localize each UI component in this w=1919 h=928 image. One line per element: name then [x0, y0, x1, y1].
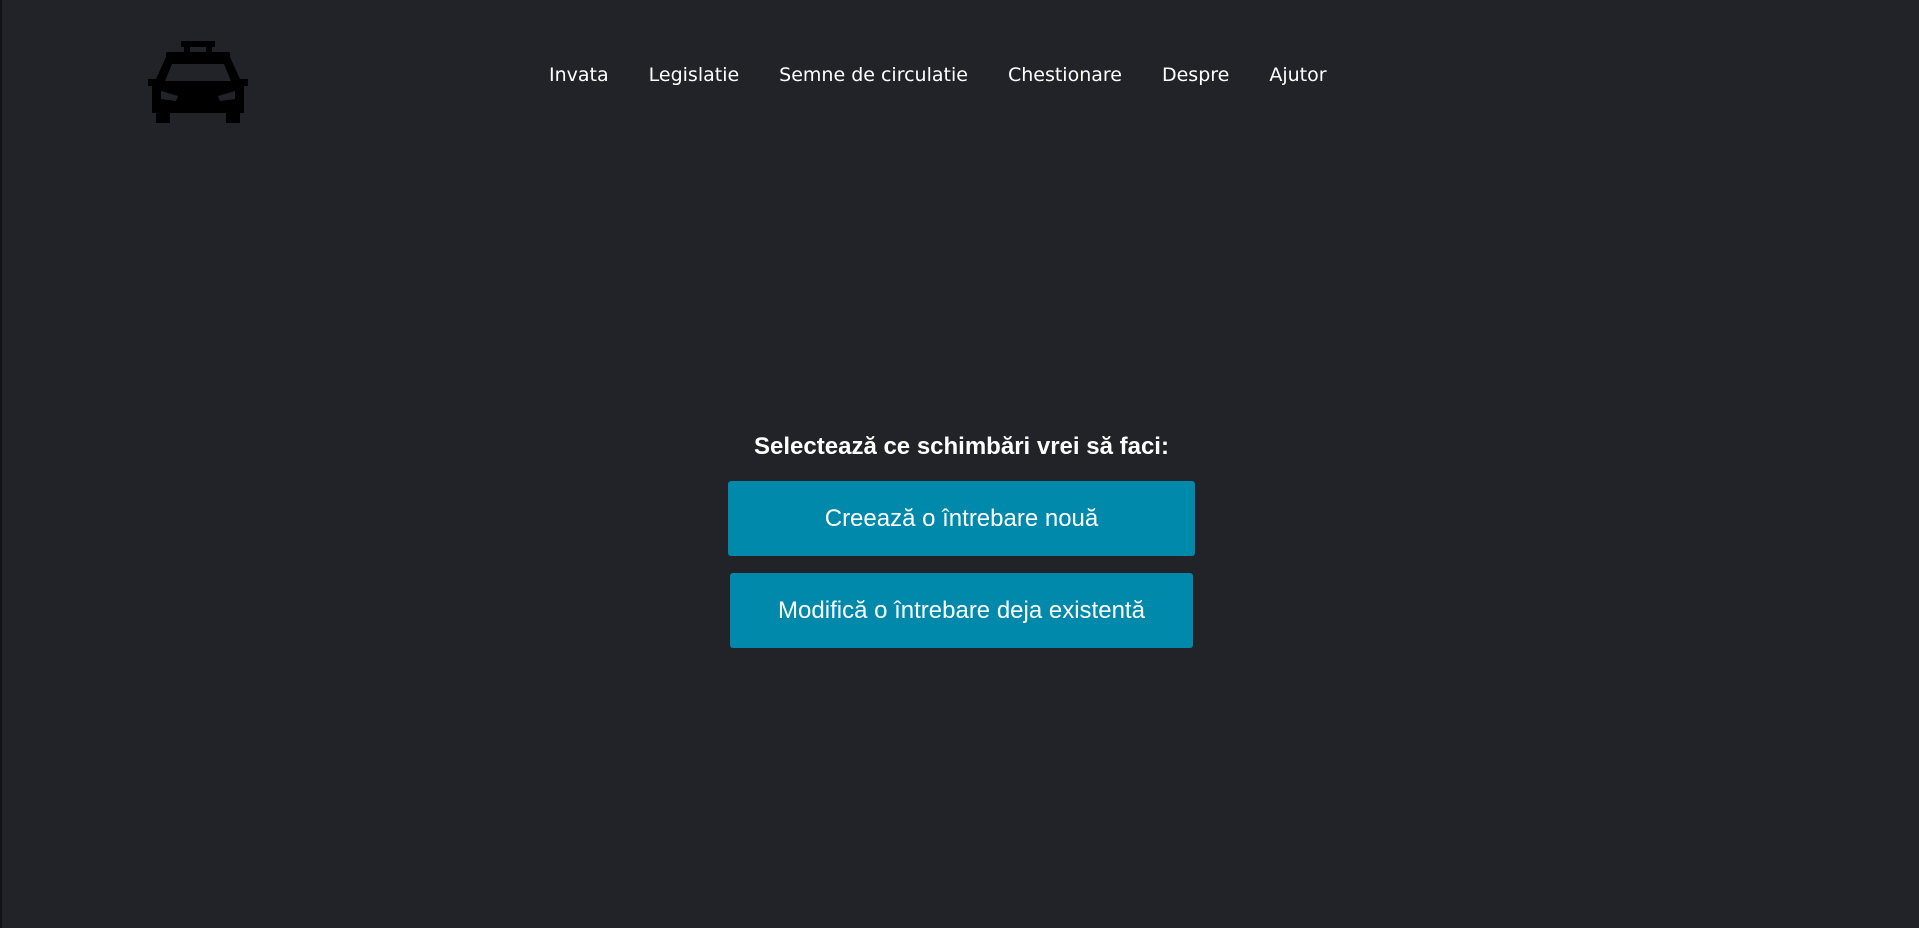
nav-link-chestionare[interactable]: Chestionare	[988, 60, 1142, 90]
modify-question-button[interactable]: Modifică o întrebare deja existentă	[730, 573, 1193, 648]
taxi-car-icon	[148, 41, 248, 123]
logo[interactable]	[148, 41, 248, 123]
nav-item-chestionare: Chestionare	[988, 60, 1142, 90]
nav-item-legislatie: Legislatie	[629, 60, 760, 90]
nav-link-ajutor[interactable]: Ajutor	[1249, 60, 1346, 90]
page-heading: Selectează ce schimbări vrei să faci:	[754, 433, 1169, 460]
nav-link-semne-de-circulatie[interactable]: Semne de circulatie	[759, 60, 988, 90]
nav-item-semne-de-circulatie: Semne de circulatie	[759, 60, 988, 90]
nav-item-ajutor: Ajutor	[1249, 60, 1346, 90]
nav-link-despre[interactable]: Despre	[1142, 60, 1249, 90]
nav-item-despre: Despre	[1142, 60, 1249, 90]
nav-link-invata[interactable]: Invata	[549, 60, 629, 90]
main-nav: Invata Legislatie Semne de circulatie Ch…	[549, 60, 1347, 90]
nav-link-legislatie[interactable]: Legislatie	[629, 60, 760, 90]
nav-item-invata: Invata	[549, 60, 629, 90]
create-question-button[interactable]: Creează o întrebare nouă	[728, 481, 1195, 556]
